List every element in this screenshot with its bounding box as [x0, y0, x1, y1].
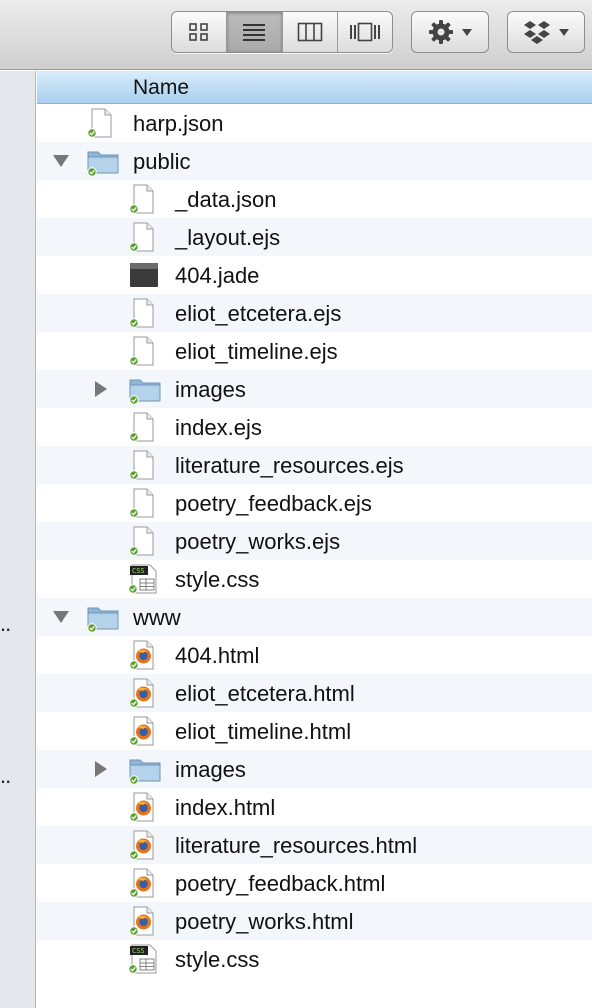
css-file-icon: CSS — [128, 564, 160, 594]
action-menu-button[interactable] — [411, 11, 489, 53]
file-name-label: www — [133, 605, 181, 630]
file-name-label: harp.json — [133, 111, 224, 136]
columns-icon — [297, 22, 322, 42]
folder-row[interactable]: public — [37, 142, 592, 180]
firefox-html-icon — [128, 716, 160, 746]
sidebar-truncated-label[interactable]: .. — [0, 763, 11, 789]
file-name-label: literature_resources.html — [175, 833, 418, 858]
file-row[interactable]: poetry_works.ejs — [37, 522, 592, 560]
dropbox-menu-button[interactable] — [507, 11, 585, 53]
firefox-html-icon — [128, 906, 160, 936]
file-name-label: public — [133, 149, 191, 174]
coverflow-view-button[interactable] — [338, 12, 392, 52]
file-row[interactable]: CSS style.css — [37, 560, 592, 598]
file-list: Name harp.json public _data.json _layout… — [37, 71, 592, 1008]
document-icon — [86, 108, 118, 138]
disclosure-triangle-expanded-icon[interactable] — [53, 155, 69, 167]
css-file-icon: CSS — [128, 944, 160, 974]
folder-icon — [86, 602, 119, 633]
file-row[interactable]: poetry_feedback.html — [37, 864, 592, 902]
sidebar-truncated-label[interactable]: .. — [0, 611, 11, 637]
view-mode-segmented-control — [171, 11, 393, 53]
file-row[interactable]: 404.jade — [37, 256, 592, 294]
column-view-button[interactable] — [283, 12, 338, 52]
name-column-header[interactable]: Name — [37, 71, 592, 104]
firefox-html-icon — [128, 640, 160, 670]
file-row[interactable]: CSS style.css — [37, 940, 592, 978]
file-name-label: 404.jade — [175, 263, 260, 288]
file-name-label: style.css — [175, 947, 260, 972]
disclosure-triangle-collapsed-icon[interactable] — [95, 381, 107, 397]
document-icon — [128, 526, 160, 556]
list-view-button[interactable] — [227, 12, 283, 52]
firefox-html-icon — [128, 678, 160, 708]
file-name-label: eliot_etcetera.ejs — [175, 301, 342, 326]
file-row[interactable]: poetry_works.html — [37, 902, 592, 940]
gear-icon — [429, 20, 453, 44]
firefox-html-icon — [128, 868, 160, 898]
document-icon — [128, 298, 160, 328]
file-row[interactable]: literature_resources.html — [37, 826, 592, 864]
firefox-html-icon — [128, 830, 160, 860]
sidebar: .. .. — [0, 71, 36, 1008]
dark-document-icon — [128, 260, 160, 290]
file-name-label: eliot_timeline.ejs — [175, 339, 338, 364]
file-row[interactable]: index.html — [37, 788, 592, 826]
file-name-label: eliot_timeline.html — [175, 719, 352, 744]
dropbox-icon — [524, 21, 550, 44]
file-row[interactable]: literature_resources.ejs — [37, 446, 592, 484]
folder-icon — [86, 146, 119, 177]
file-name-label: images — [175, 757, 246, 782]
file-name-label: poetry_works.html — [175, 909, 354, 934]
file-name-label: 404.html — [175, 643, 260, 668]
file-name-label: index.ejs — [175, 415, 262, 440]
coverflow-icon — [349, 22, 380, 42]
folder-row[interactable]: images — [37, 370, 592, 408]
document-icon — [128, 488, 160, 518]
chevron-down-icon — [462, 28, 472, 36]
file-name-label: _layout.ejs — [175, 225, 281, 250]
chevron-down-icon — [559, 28, 569, 36]
document-icon — [128, 450, 160, 480]
firefox-html-icon — [128, 792, 160, 822]
file-name-label: eliot_etcetera.html — [175, 681, 355, 706]
folder-icon — [128, 374, 161, 405]
document-icon — [128, 184, 160, 214]
file-row[interactable]: eliot_timeline.html — [37, 712, 592, 750]
file-row[interactable]: eliot_etcetera.ejs — [37, 294, 592, 332]
folder-row[interactable]: images — [37, 750, 592, 788]
file-row[interactable]: eliot_etcetera.html — [37, 674, 592, 712]
file-name-label: images — [175, 377, 246, 402]
svg-text:CSS: CSS — [132, 947, 145, 955]
file-rows: harp.json public _data.json _layout.ejs … — [37, 104, 592, 978]
file-name-label: literature_resources.ejs — [175, 453, 404, 478]
disclosure-triangle-expanded-icon[interactable] — [53, 611, 69, 623]
file-row[interactable]: eliot_timeline.ejs — [37, 332, 592, 370]
icon-view-button[interactable] — [172, 12, 228, 52]
document-icon — [128, 222, 160, 252]
file-row[interactable]: poetry_feedback.ejs — [37, 484, 592, 522]
file-name-label: poetry_feedback.html — [175, 871, 386, 896]
svg-text:CSS: CSS — [132, 567, 145, 575]
document-icon — [128, 412, 160, 442]
file-name-label: index.html — [175, 795, 276, 820]
file-row[interactable]: harp.json — [37, 104, 592, 142]
file-name-label: poetry_works.ejs — [175, 529, 341, 554]
file-row[interactable]: 404.html — [37, 636, 592, 674]
folder-row[interactable]: www — [37, 598, 592, 636]
grid-icon — [189, 23, 208, 41]
file-name-label: style.css — [175, 567, 260, 592]
folder-icon — [128, 754, 161, 785]
file-row[interactable]: _data.json — [37, 180, 592, 218]
toolbar — [0, 0, 592, 70]
disclosure-triangle-collapsed-icon[interactable] — [95, 761, 107, 777]
file-row[interactable]: _layout.ejs — [37, 218, 592, 256]
list-icon — [243, 24, 266, 41]
file-row[interactable]: index.ejs — [37, 408, 592, 446]
document-icon — [128, 336, 160, 366]
file-name-label: _data.json — [175, 187, 277, 212]
file-name-label: poetry_feedback.ejs — [175, 491, 372, 516]
